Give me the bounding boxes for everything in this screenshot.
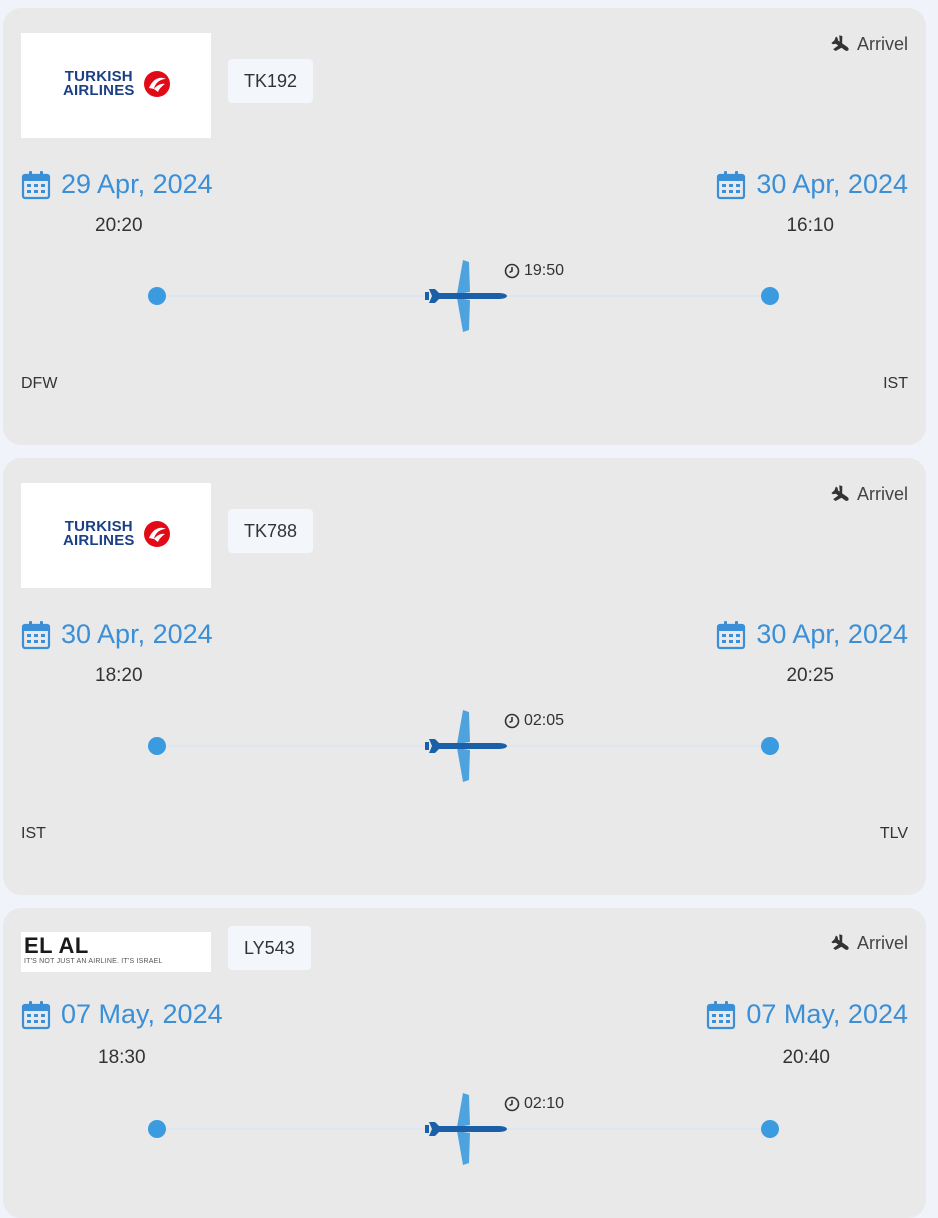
airplane-icon — [425, 1093, 507, 1165]
arrival-time: 16:10 — [786, 215, 834, 236]
arrival-time: 20:25 — [786, 665, 834, 686]
departure-time: 20:20 — [95, 215, 143, 236]
flight-card[interactable]: TURKISH AIRLINES TK788 Arrivel 30 Apr, 20… — [3, 458, 926, 895]
el-al-logo: EL AL IT'S NOT JUST AN AIRLINE. IT'S ISR… — [24, 933, 163, 966]
arrival-dot — [761, 1120, 779, 1138]
status-badge: Arrivel — [831, 933, 908, 954]
arrival-time: 20:40 — [782, 1047, 830, 1068]
flight-number: TK192 — [228, 59, 314, 103]
arrival-airport: TLV — [879, 825, 908, 842]
calendar-icon — [717, 620, 746, 649]
flight-duration: 02:10 — [504, 1095, 564, 1113]
departure-dot — [148, 1120, 166, 1138]
departure-date: 30 Apr, 2024 — [21, 619, 213, 650]
plane-landing-icon — [831, 34, 849, 51]
departure-time: 18:20 — [95, 665, 143, 686]
departure-date: 29 Apr, 2024 — [21, 169, 213, 200]
calendar-icon — [707, 1000, 736, 1029]
turkish-airlines-logo: TURKISH AIRLINES — [63, 519, 171, 548]
arrival-airport: IST — [883, 375, 908, 392]
turkish-airlines-logo: TURKISH AIRLINES — [63, 69, 171, 98]
airplane-icon — [425, 710, 507, 782]
calendar-icon — [21, 620, 51, 649]
flight-card[interactable]: TURKISH AIRLINES TK192 Arrivel 29 Apr, 20… — [3, 8, 926, 445]
arrival-dot — [761, 737, 779, 755]
departure-airport: DFW — [21, 375, 58, 392]
plane-landing-icon — [831, 933, 849, 950]
status-badge: Arrivel — [831, 34, 908, 55]
turkish-airlines-emblem-icon — [144, 521, 171, 547]
turkish-airlines-emblem-icon — [144, 71, 171, 97]
flight-card[interactable]: EL AL IT'S NOT JUST AN AIRLINE. IT'S ISR… — [3, 908, 926, 1218]
clock-icon — [504, 263, 520, 279]
flight-duration: 02:05 — [504, 712, 564, 730]
clock-icon — [504, 713, 520, 729]
flight-duration: 19:50 — [504, 262, 564, 280]
calendar-icon — [21, 170, 51, 199]
departure-time: 18:30 — [98, 1047, 146, 1068]
arrival-date: 07 May, 2024 — [706, 999, 908, 1030]
arrival-dot — [761, 287, 779, 305]
arrival-date: 30 Apr, 2024 — [716, 619, 908, 650]
airline-logo: EL AL IT'S NOT JUST AN AIRLINE. IT'S ISR… — [21, 932, 211, 972]
airplane-icon — [425, 260, 507, 332]
calendar-icon — [717, 170, 746, 199]
flight-number: LY543 — [228, 926, 311, 970]
departure-dot — [148, 287, 166, 305]
arrival-date: 30 Apr, 2024 — [716, 169, 908, 200]
flight-number: TK788 — [228, 509, 314, 553]
departure-date: 07 May, 2024 — [21, 999, 223, 1030]
plane-landing-icon — [831, 484, 849, 501]
clock-icon — [504, 1096, 520, 1112]
departure-airport: IST — [21, 825, 46, 842]
calendar-icon — [21, 1000, 51, 1029]
status-badge: Arrivel — [831, 484, 908, 505]
departure-dot — [148, 737, 166, 755]
airline-logo: TURKISH AIRLINES — [21, 483, 211, 588]
airline-logo: TURKISH AIRLINES — [21, 33, 211, 138]
